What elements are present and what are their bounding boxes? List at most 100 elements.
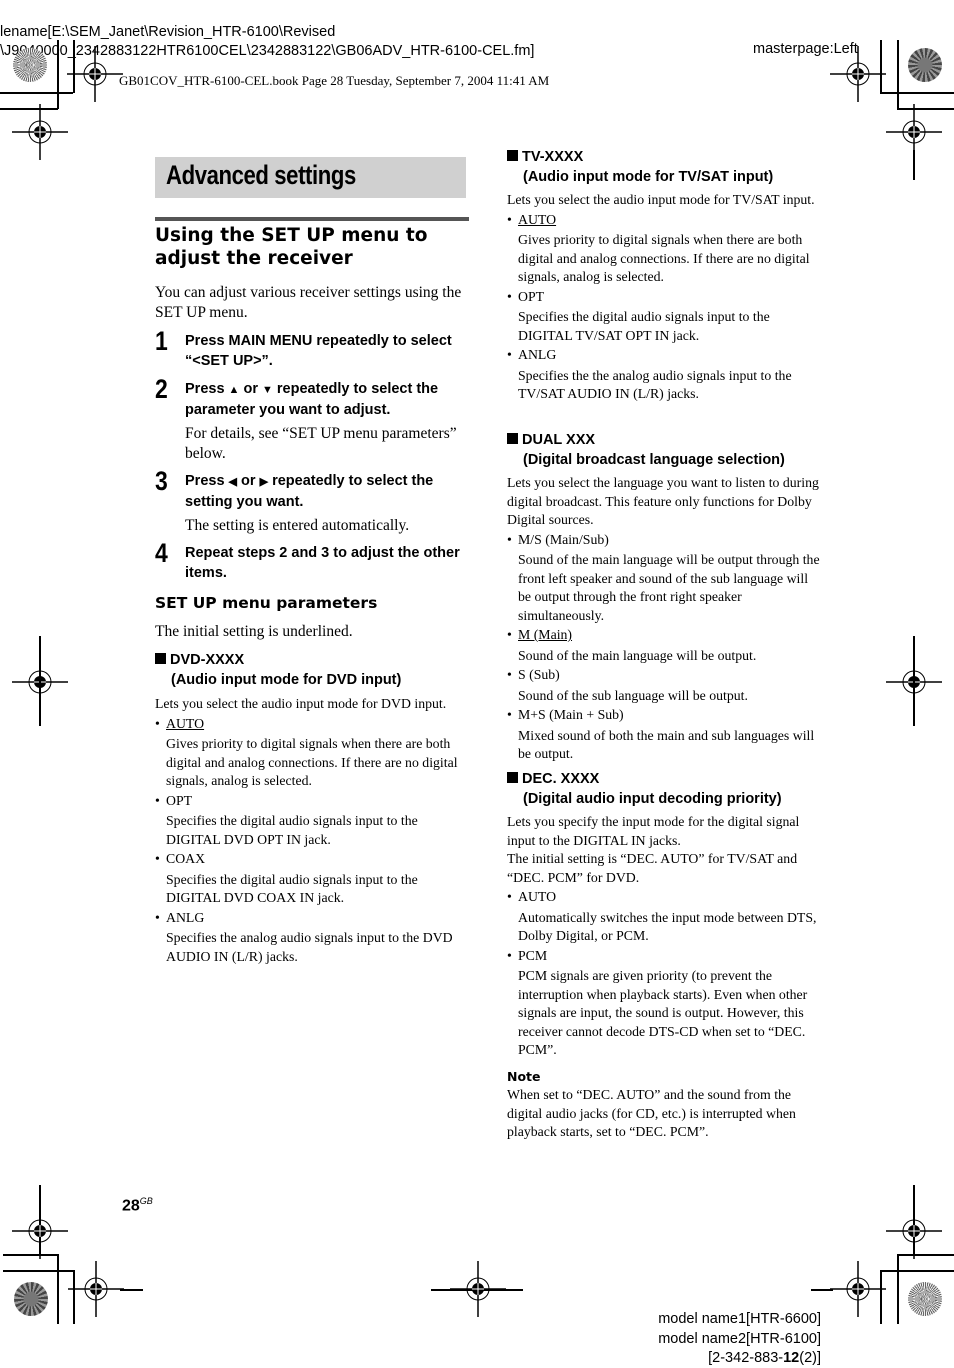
model-name-2: model name2[HTR-6100] (658, 1331, 821, 1347)
registration-mark-icon (450, 1261, 506, 1317)
down-arrow-icon: ▼ (262, 384, 273, 396)
option-item: • AUTO (507, 211, 823, 230)
intro-paragraph: You can adjust various receiver settings… (155, 284, 462, 321)
option-label: COAX (166, 851, 206, 866)
page-number: 28GB (122, 1196, 153, 1215)
registration-mark-icon (12, 104, 68, 160)
option-label: M+S (Main + Sub) (518, 707, 624, 722)
color-rosette-icon (14, 1282, 48, 1316)
filename-line-1: lename[E:\SEM_Janet\Revision_HTR-6100\Re… (0, 24, 336, 40)
step-1: 1 Press MAIN MENU repeatedly to select “… (155, 326, 475, 371)
option-description: Specifies the digital audio signals inpu… (518, 309, 770, 343)
param-subtitle: (Audio input mode for DVD input) (171, 671, 402, 688)
registration-mark-icon (886, 1203, 942, 1259)
square-bullet-icon (155, 653, 166, 664)
section-title-bar: Advanced settings (155, 157, 466, 198)
color-rosette-icon (908, 48, 942, 82)
option-label: OPT (166, 792, 193, 808)
option-label: S (Sub) (518, 667, 560, 682)
option-description: Sound of the main language will be outpu… (518, 552, 820, 623)
option-label: M (Main) (518, 627, 573, 642)
option-item: • ANLG (155, 909, 473, 928)
heading-rule (155, 217, 469, 221)
option-label: AUTO (166, 715, 205, 731)
option-description: Sound of the sub language will be output… (518, 687, 748, 703)
registration-mark-icon (68, 1261, 124, 1317)
section-title: Advanced settings (166, 160, 356, 190)
option-description: Mixed sound of both the main and sub lan… (518, 727, 815, 762)
param-subtitle: (Digital broadcast language selection) (523, 451, 785, 468)
option-label: OPT (518, 288, 545, 304)
step-instruction: Press MAIN MENU repeatedly to select “<S… (185, 333, 452, 369)
left-arrow-icon: ◀ (228, 476, 238, 488)
option-description: Gives priority to digital signals when t… (518, 232, 810, 284)
option-item: • ANLG (507, 346, 823, 365)
param-title: DUAL XXX (507, 431, 823, 451)
note-block: Note When set to “DEC. AUTO” and the sou… (507, 1069, 823, 1142)
registration-mark-icon (67, 46, 123, 102)
option-label: PCM (518, 947, 548, 963)
up-arrow-icon: ▲ (228, 384, 240, 396)
step-instruction: Press ◀ or ▶ repeatedly to select the se… (185, 473, 434, 510)
page-heading: Using the SET UP menu to adjust the rece… (155, 225, 428, 269)
option-description: PCM signals are given priority (to preve… (518, 968, 808, 1057)
part-number: [2-342-883-12(2)] (708, 1350, 821, 1366)
step-instruction: Repeat steps 2 and 3 to adjust the other… (185, 545, 460, 581)
option-description: Automatically switches the input mode be… (518, 909, 817, 944)
option-label: AUTO (518, 889, 557, 904)
step-3: 3 Press ◀ or ▶ repeatedly to select the … (155, 466, 475, 536)
registration-mark-icon (830, 1261, 886, 1317)
option-item: • AUTO (155, 715, 473, 734)
option-description: Specifies the digital audio signals inpu… (166, 813, 418, 847)
bullet-icon: • (507, 531, 512, 547)
square-bullet-icon (507, 772, 518, 783)
param-description-initial: The initial setting is “DEC. AUTO” for T… (507, 851, 798, 885)
param-subtitle: (Digital audio input decoding priority) (523, 790, 782, 807)
bullet-icon: • (155, 909, 160, 925)
step-number: 2 (155, 374, 168, 404)
bullet-icon: • (507, 667, 512, 682)
option-item: • M (Main) (507, 626, 823, 645)
step-4: 4 Repeat steps 2 and 3 to adjust the oth… (155, 538, 475, 583)
note-text: When set to “DEC. AUTO” and the sound fr… (507, 1087, 796, 1139)
option-label: ANLG (518, 347, 557, 362)
param-tv: TV-XXXX (Audio input mode for TV/SAT inp… (507, 148, 823, 404)
option-item: • COAX (155, 850, 473, 869)
option-description: Specifies the the analog audio signals i… (518, 367, 792, 402)
note-label: Note (507, 1069, 541, 1084)
option-item: • AUTO (507, 888, 823, 907)
option-item: • M+S (Main + Sub) (507, 706, 823, 725)
param-description: Lets you select the language you want to… (507, 475, 819, 527)
step-number: 3 (155, 466, 168, 496)
square-bullet-icon (507, 433, 518, 444)
param-title: TV-XXXX (507, 148, 823, 168)
square-bullet-icon (507, 150, 518, 161)
param-description: Lets you select the audio input mode for… (155, 696, 447, 711)
right-arrow-icon: ▶ (259, 476, 269, 488)
option-label: M/S (Main/Sub) (518, 531, 609, 547)
bullet-icon: • (507, 947, 512, 963)
bullet-icon: • (155, 715, 160, 731)
bullet-icon: • (507, 288, 512, 304)
option-item: • M/S (Main/Sub) (507, 531, 823, 550)
step-number: 4 (155, 538, 168, 568)
param-dual: DUAL XXX (Digital broadcast language sel… (507, 431, 823, 764)
color-rosette-icon (13, 48, 47, 82)
model-name-1: model name1[HTR-6600] (658, 1311, 821, 1327)
option-description: Sound of the main language will be outpu… (518, 647, 757, 663)
params-intro: The initial setting is underlined. (155, 623, 353, 640)
param-title: DEC. XXXX (507, 770, 823, 790)
registration-mark-icon (12, 1203, 68, 1259)
registration-mark-icon (830, 46, 886, 102)
option-label: ANLG (166, 909, 205, 925)
option-item: • PCM (507, 947, 823, 966)
param-title: DVD-XXXX (155, 651, 473, 671)
option-item: • OPT (507, 288, 823, 307)
param-subtitle: (Audio input mode for TV/SAT input) (523, 168, 774, 185)
option-label: AUTO (518, 211, 557, 227)
step-number: 1 (155, 326, 168, 356)
bullet-icon: • (155, 851, 160, 866)
param-dec: DEC. XXXX (Digital audio input decoding … (507, 770, 823, 1060)
bullet-icon: • (155, 792, 160, 808)
step-2: 2 Press ▲ or ▼ repeatedly to select the … (155, 374, 475, 464)
